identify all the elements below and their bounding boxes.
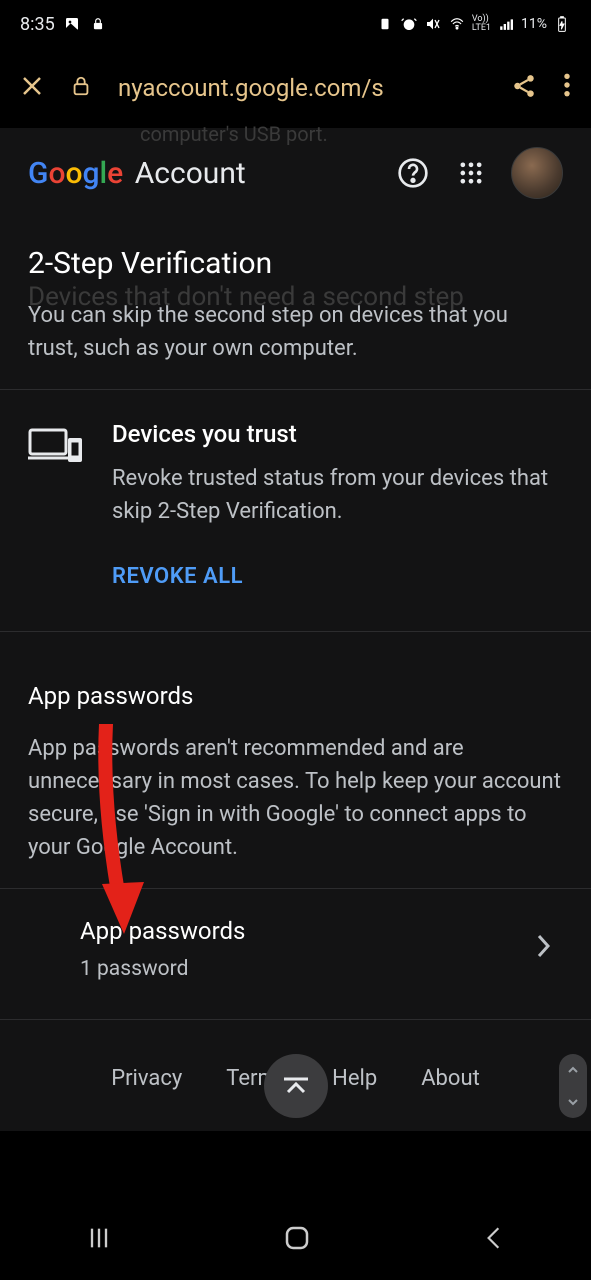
avatar[interactable]	[511, 147, 563, 199]
close-icon[interactable]	[20, 72, 44, 105]
app-passwords-heading: App passwords	[0, 632, 591, 722]
trust-card-text: Revoke trusted status from your devices …	[112, 462, 563, 528]
status-bar: 8:35 Vo))LTE1 11%	[0, 0, 591, 48]
revoke-all-button[interactable]: REVOKE ALL	[112, 564, 563, 589]
footer-help[interactable]: Help	[332, 1066, 377, 1091]
devices-trust-card: Devices you trust Revoke trusted status …	[0, 389, 591, 613]
status-left: 8:35	[20, 14, 107, 35]
devices-icon	[28, 420, 84, 589]
logo-letter: o	[65, 156, 82, 191]
account-word: Account	[135, 156, 246, 191]
wifi-icon	[448, 15, 466, 33]
google-account-logo[interactable]: Google Account	[28, 156, 246, 191]
chevron-up-icon	[282, 1070, 310, 1103]
image-icon	[63, 15, 81, 33]
ghost-text-usb: computer's USB port.	[140, 122, 328, 146]
browser-bar: nyaccount.google.com/s	[0, 48, 591, 128]
ghost-text-devices: Devices that don't need a second step	[28, 282, 464, 312]
url-text[interactable]: nyaccount.google.com/s	[118, 74, 485, 102]
battery-percent: 11%	[521, 16, 547, 32]
battery-saver-icon	[376, 15, 394, 33]
status-right: Vo))LTE1 11%	[376, 15, 571, 33]
signal-icon	[497, 15, 515, 33]
footer-privacy[interactable]: Privacy	[111, 1066, 182, 1091]
chevron-right-icon	[537, 934, 551, 965]
scroll-top-button[interactable]	[264, 1054, 328, 1118]
logo-letter: o	[48, 156, 65, 191]
help-icon[interactable]	[395, 155, 431, 191]
page-content: 2-Step Verification Devices that don't n…	[0, 218, 591, 1131]
scroll-handle[interactable]	[559, 1054, 587, 1118]
logo-letter: g	[83, 156, 100, 191]
lock-icon	[89, 15, 107, 33]
app-header: computer's USB port. Google Account	[0, 128, 591, 218]
system-nav-bar	[0, 1200, 591, 1280]
app-passwords-item-title: App passwords	[80, 917, 245, 945]
page-title: 2-Step Verification	[0, 218, 591, 289]
app-passwords-item[interactable]: App passwords 1 password	[0, 888, 591, 1009]
alarm-icon	[400, 15, 418, 33]
volte-indicator: Vo))LTE1	[472, 15, 491, 33]
app-passwords-item-sub: 1 password	[80, 957, 245, 981]
app-passwords-desc: App passwords aren't recommended and are…	[0, 722, 591, 888]
mute-icon	[424, 15, 442, 33]
more-icon[interactable]	[563, 72, 571, 104]
lock-icon[interactable]	[70, 73, 92, 103]
home-button[interactable]	[282, 1223, 312, 1257]
status-time: 8:35	[20, 14, 55, 35]
share-icon[interactable]	[511, 73, 537, 103]
recents-button[interactable]	[85, 1224, 113, 1256]
apps-grid-icon[interactable]	[453, 155, 489, 191]
logo-letter: G	[28, 156, 48, 191]
trust-card-title: Devices you trust	[112, 420, 563, 448]
logo-letter: e	[107, 156, 123, 191]
footer-about[interactable]: About	[421, 1066, 480, 1091]
battery-icon	[553, 15, 571, 33]
back-button[interactable]	[481, 1225, 507, 1255]
